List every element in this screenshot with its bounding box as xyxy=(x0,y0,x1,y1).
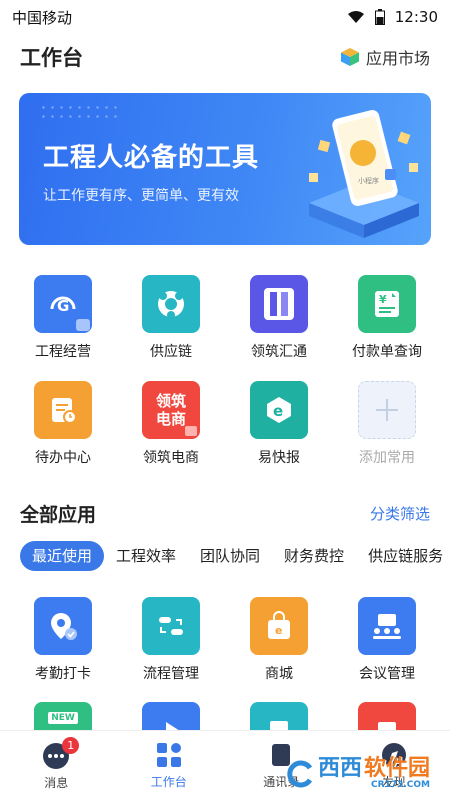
plus-icon xyxy=(358,381,416,439)
tab-team-collaboration[interactable]: 团队协同 xyxy=(188,541,272,571)
ecommerce-icon: 领筑电商 xyxy=(142,381,200,439)
shortcut-add-common[interactable]: 添加常用 xyxy=(333,381,441,467)
carrier-label: 中国移动 xyxy=(12,8,73,27)
shortcut-row-2: 待办中心 领筑电商 领筑电商 e 易快报 添加常用 xyxy=(0,381,450,467)
cube-icon xyxy=(340,48,359,66)
app-market-button[interactable]: 应用市场 xyxy=(340,45,430,69)
shortcut-label: 待办中心 xyxy=(35,450,91,466)
yikuaibao-icon: e xyxy=(250,381,308,439)
banner-subtitle: 让工作更有序、更简单、更有效 xyxy=(43,188,239,204)
supply-chain-icon xyxy=(142,275,200,333)
nav-label: 消息 xyxy=(44,775,69,790)
process-icon xyxy=(142,597,200,655)
location-icon xyxy=(34,597,92,655)
ecommerce-icon-text: 领筑电商 xyxy=(155,392,186,428)
nav-workbench[interactable]: 工作台 xyxy=(113,731,226,800)
app-label: 考勤打卡 xyxy=(35,666,91,682)
shortcut-row-1: G 工程经营 供应链 领筑汇通 ¥ 付款单查询 xyxy=(0,275,450,361)
all-apps-header: 全部应用 分类筛选 xyxy=(20,500,430,527)
app-market-label: 应用市场 xyxy=(365,49,430,68)
new-badge: NEW xyxy=(48,712,78,724)
shortcut-yikuaibao[interactable]: e 易快报 xyxy=(225,381,333,467)
watermark-text-2: 软件园 xyxy=(363,756,430,781)
recent-apps-row: 考勤打卡 流程管理 e 商城 会议管理 xyxy=(0,597,450,683)
banner-dots-decoration xyxy=(39,103,119,123)
shortcut-label: 工程经营 xyxy=(35,344,91,360)
site-watermark: 西西 软件园 CR173.COM xyxy=(286,758,430,790)
payment-query-icon: ¥ xyxy=(358,275,416,333)
svg-text:¥: ¥ xyxy=(379,293,387,306)
todo-center-icon xyxy=(34,381,92,439)
shortcut-label: 付款单查询 xyxy=(352,344,422,360)
message-badge: 1 xyxy=(62,737,80,754)
shortcut-engineering[interactable]: G 工程经营 xyxy=(9,275,117,361)
svg-text:G: G xyxy=(57,297,69,315)
shortcut-label: 领筑电商 xyxy=(143,450,199,466)
shortcut-todo-center[interactable]: 待办中心 xyxy=(9,381,117,467)
app-meeting-management[interactable]: 会议管理 xyxy=(333,597,441,683)
huitong-icon xyxy=(250,275,308,333)
battery-icon xyxy=(374,9,385,25)
watermark-text-1: 西西 xyxy=(317,756,362,781)
watermark-sub: CR173.COM xyxy=(371,780,430,790)
nav-label: 工作台 xyxy=(150,775,187,789)
phone-illustration: 小程序 xyxy=(309,110,419,238)
app-attendance[interactable]: 考勤打卡 xyxy=(9,597,117,683)
clock-label: 12:30 xyxy=(394,8,438,26)
shortcut-label: 供应链 xyxy=(150,344,192,360)
shortcut-lingzhu-ecommerce[interactable]: 领筑电商 领筑电商 xyxy=(117,381,225,467)
page-title: 工作台 xyxy=(20,46,83,70)
tab-finance[interactable]: 财务费控 xyxy=(272,541,356,571)
shortcut-supply-chain[interactable]: 供应链 xyxy=(117,275,225,361)
shortcut-label: 易快报 xyxy=(258,450,300,466)
svg-text:e: e xyxy=(273,402,283,420)
tab-supply-chain-service[interactable]: 供应链服务 xyxy=(356,541,450,571)
wifi-icon xyxy=(347,11,364,23)
status-icons: 12:30 xyxy=(347,8,438,26)
meeting-icon xyxy=(358,597,416,655)
header: 工作台 应用市场 xyxy=(0,34,450,80)
grid-apps-icon xyxy=(156,743,181,767)
all-apps-title: 全部应用 xyxy=(20,504,97,526)
shortcut-label: 领筑汇通 xyxy=(251,344,307,360)
app-label: 流程管理 xyxy=(143,666,199,682)
tab-engineering-efficiency[interactable]: 工程效率 xyxy=(104,541,188,571)
category-tabs: 最近使用 工程效率 团队协同 财务费控 供应链服务 xyxy=(20,541,450,571)
watermark-logo xyxy=(287,760,313,788)
shortcut-lingzhu-huitong[interactable]: 领筑汇通 xyxy=(225,275,333,361)
svg-text:e: e xyxy=(275,624,282,637)
shopping-bag-icon: e xyxy=(250,597,308,655)
app-process-management[interactable]: 流程管理 xyxy=(117,597,225,683)
shortcut-label: 添加常用 xyxy=(359,450,415,466)
promo-banner[interactable]: 工程人必备的工具 让工作更有序、更简单、更有效 小程序 xyxy=(19,93,431,245)
status-bar: 中国移动 12:30 xyxy=(0,0,450,34)
category-filter-link[interactable]: 分类筛选 xyxy=(370,503,430,524)
nav-messages[interactable]: 1 消息 xyxy=(0,731,113,800)
engineering-icon: G xyxy=(34,275,92,333)
shortcut-payment-query[interactable]: ¥ 付款单查询 xyxy=(333,275,441,361)
tab-recent[interactable]: 最近使用 xyxy=(20,541,105,571)
phone-caption: 小程序 xyxy=(358,176,379,185)
app-label: 商城 xyxy=(265,666,293,682)
app-mall[interactable]: e 商城 xyxy=(225,597,333,683)
app-label: 会议管理 xyxy=(359,666,415,682)
banner-title: 工程人必备的工具 xyxy=(43,143,260,173)
